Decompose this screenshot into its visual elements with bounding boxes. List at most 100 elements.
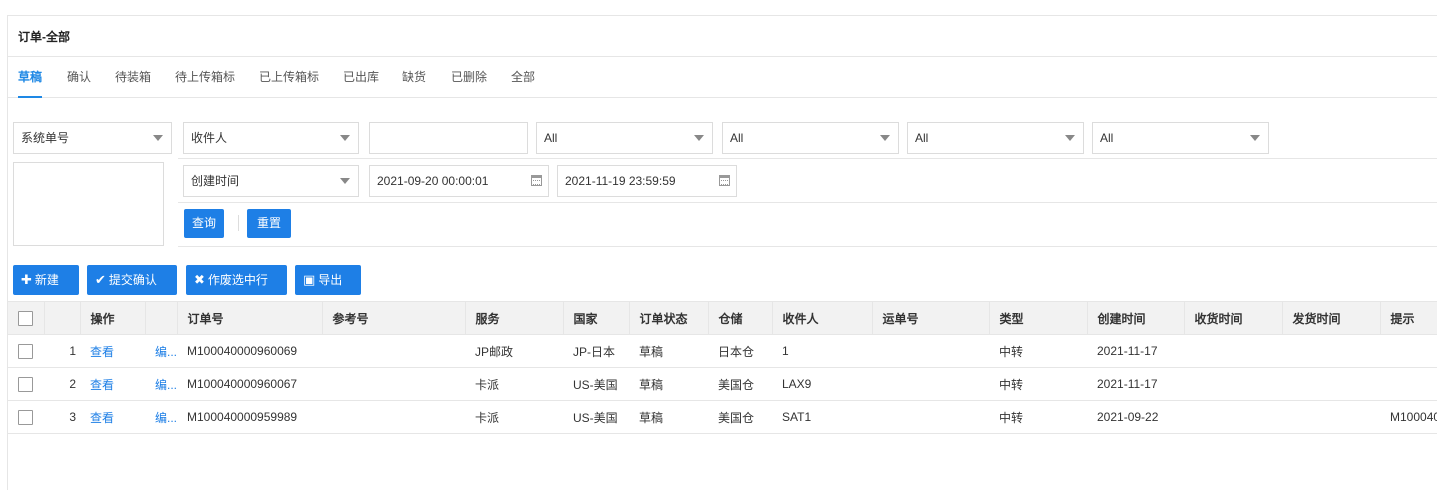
filter-select-4[interactable]: All	[722, 122, 899, 154]
view-link[interactable]: 查看	[90, 378, 114, 392]
row-checkbox[interactable]	[18, 343, 33, 359]
col-header-service[interactable]: 服务	[465, 301, 564, 335]
select-all-checkbox[interactable]	[18, 310, 33, 326]
tip-cell	[1380, 367, 1437, 401]
view-link[interactable]: 查看	[90, 345, 114, 359]
filter-select-6[interactable]: All	[1092, 122, 1269, 154]
field-select[interactable]: 系统单号	[13, 122, 172, 154]
row-select-cell	[8, 400, 44, 434]
tab-pending-label-upload[interactable]: 待上传箱标	[175, 57, 235, 98]
service-cell: 卡派	[465, 400, 563, 434]
warehouse-cell: 美国仓	[708, 367, 772, 401]
void-selected-button[interactable]: ✖ 作废选中行	[186, 265, 287, 295]
time-field-select[interactable]: 创建时间	[183, 165, 359, 197]
filter-select-3[interactable]: All	[536, 122, 713, 154]
table-header-row: 操作 订单号 参考号 服务 国家 订单状态 仓储 收件人 运单号 类型 创建时间…	[8, 301, 1437, 335]
tab-all[interactable]: 全部	[511, 57, 535, 98]
query-button[interactable]: 查询	[184, 209, 225, 238]
divider	[178, 158, 1437, 159]
orders-table: 操作 订单号 参考号 服务 国家 订单状态 仓储 收件人 运单号 类型 创建时间…	[8, 301, 1437, 434]
col-header-order-no[interactable]: 订单号	[177, 301, 323, 335]
calendar-icon[interactable]	[531, 175, 542, 186]
chevron-down-icon	[153, 135, 163, 141]
tab-pending-packing[interactable]: 待装箱	[115, 57, 151, 98]
edit-link[interactable]: 编...	[155, 345, 177, 359]
tab-label-uploaded[interactable]: 已上传箱标	[259, 57, 319, 98]
col-header-actions-extra	[145, 301, 178, 335]
search-input[interactable]	[369, 122, 528, 154]
col-header-type[interactable]: 类型	[989, 301, 1088, 335]
view-link[interactable]: 查看	[90, 411, 114, 425]
ref-cell	[322, 367, 465, 401]
tab-deleted[interactable]: 已删除	[451, 57, 487, 98]
col-header-tip[interactable]: 提示	[1380, 301, 1437, 335]
start-time-value: 2021-09-20 00:00:01	[377, 174, 489, 188]
reset-button[interactable]: 重置	[247, 209, 292, 238]
col-header-status[interactable]: 订单状态	[629, 301, 709, 335]
col-header-created[interactable]: 创建时间	[1087, 301, 1185, 335]
col-header-country[interactable]: 国家	[563, 301, 630, 335]
country-cell: JP-日本	[563, 334, 629, 368]
end-time-input[interactable]: 2021-11-19 23:59:59	[557, 165, 737, 197]
status-cell: 草稿	[629, 367, 708, 401]
calendar-icon[interactable]	[719, 175, 730, 186]
order-no-textarea[interactable]	[13, 162, 164, 246]
tab-shipped-out[interactable]: 已出库	[343, 57, 379, 98]
field-select-value: 系统单号	[21, 131, 70, 145]
new-button-label: 新建	[34, 273, 59, 287]
status-cell: 草稿	[629, 400, 708, 434]
edit-link[interactable]: 编...	[155, 411, 177, 425]
filter-select-4-value: All	[730, 131, 744, 145]
col-header-ref-no[interactable]: 参考号	[322, 301, 466, 335]
submit-confirm-button[interactable]: ✔ 提交确认	[87, 265, 177, 295]
col-header-received[interactable]: 收货时间	[1184, 301, 1283, 335]
void-selected-label: 作废选中行	[207, 273, 268, 287]
shipped-cell	[1282, 400, 1380, 434]
created-cell: 2021-11-17	[1087, 334, 1184, 368]
receiver-cell: SAT1	[772, 400, 872, 434]
excel-icon: ▣	[303, 272, 316, 287]
row-index: 2	[44, 367, 80, 401]
col-header-shipped[interactable]: 发货时间	[1282, 301, 1381, 335]
created-cell: 2021-11-17	[1087, 367, 1184, 401]
row-index: 3	[44, 400, 80, 434]
row-select-cell	[8, 334, 44, 368]
col-header-warehouse[interactable]: 仓储	[708, 301, 773, 335]
warehouse-cell: 日本仓	[708, 334, 772, 368]
order-no-cell: M100040000959989	[177, 400, 322, 434]
export-button[interactable]: ▣ 导出	[295, 265, 361, 295]
receiver-cell: 1	[772, 334, 872, 368]
shipped-cell	[1282, 367, 1380, 401]
order-no-cell: M100040000960069	[177, 334, 322, 368]
edit-cell: 编...	[145, 400, 177, 434]
edit-link[interactable]: 编...	[155, 378, 177, 392]
col-header-tracking[interactable]: 运单号	[872, 301, 990, 335]
start-time-input[interactable]: 2021-09-20 00:00:01	[369, 165, 549, 197]
tab-confirm[interactable]: 确认	[67, 57, 91, 98]
filter-select-3-value: All	[544, 131, 558, 145]
table-row: 2 查看 编... M100040000960067 卡派 US-美国 草稿 美…	[8, 367, 1437, 401]
chevron-down-icon	[880, 135, 890, 141]
receiver-select[interactable]: 收件人	[183, 122, 359, 154]
index-header	[44, 301, 81, 335]
chevron-down-icon	[1250, 135, 1260, 141]
filter-select-5[interactable]: All	[907, 122, 1084, 154]
end-time-value: 2021-11-19 23:59:59	[565, 174, 676, 188]
ref-cell	[322, 334, 465, 368]
tab-out-of-stock[interactable]: 缺货	[402, 57, 426, 98]
type-cell: 中转	[989, 400, 1087, 434]
row-checkbox[interactable]	[18, 409, 33, 425]
service-cell: 卡派	[465, 367, 563, 401]
edit-cell: 编...	[145, 334, 177, 368]
col-header-receiver[interactable]: 收件人	[772, 301, 873, 335]
tab-draft[interactable]: 草稿	[18, 57, 43, 98]
new-button[interactable]: ✚ 新建	[13, 265, 79, 295]
chevron-down-icon	[340, 178, 350, 184]
chevron-down-icon	[340, 135, 350, 141]
type-cell: 中转	[989, 367, 1087, 401]
edit-cell: 编...	[145, 367, 177, 401]
table-row: 3 查看 编... M100040000959989 卡派 US-美国 草稿 美…	[8, 400, 1437, 434]
received-cell	[1184, 400, 1282, 434]
row-checkbox[interactable]	[18, 376, 33, 392]
view-cell: 查看	[80, 334, 145, 368]
